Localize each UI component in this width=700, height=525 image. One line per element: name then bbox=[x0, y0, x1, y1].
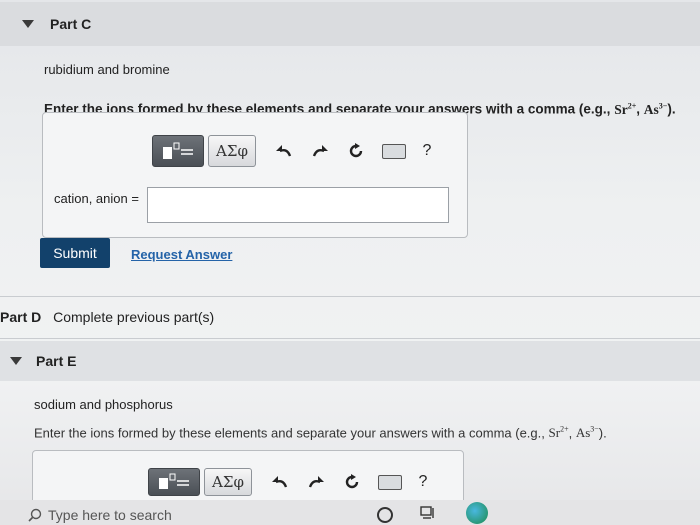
help-button[interactable]: ? bbox=[412, 473, 434, 491]
undo-arrow-icon[interactable] bbox=[270, 143, 298, 159]
taskbar-search[interactable]: Type here to search bbox=[28, 505, 278, 525]
example-separator: , bbox=[568, 425, 573, 441]
collapse-caret-icon[interactable] bbox=[10, 357, 22, 365]
keyboard-icon[interactable] bbox=[376, 474, 404, 490]
help-button[interactable]: ? bbox=[416, 142, 438, 160]
part-d-title: Part D bbox=[0, 309, 42, 325]
example-cation-charge: 2+ bbox=[627, 101, 637, 110]
part-e-elements: sodium and phosphorus bbox=[34, 397, 173, 412]
example-anion-symbol: As bbox=[643, 101, 659, 117]
part-c-toolbar: ΑΣφ ? bbox=[152, 135, 438, 167]
part-c-title: Part C bbox=[50, 16, 92, 32]
cation-anion-input[interactable] bbox=[147, 187, 449, 223]
example-anion-symbol: As bbox=[575, 425, 591, 441]
part-d-status: Complete previous part(s) bbox=[53, 309, 215, 325]
redo-arrow-icon[interactable] bbox=[302, 474, 330, 490]
cortana-icon[interactable] bbox=[377, 507, 393, 523]
instruction-text: Enter the ions formed by these elements … bbox=[34, 425, 545, 441]
cation-anion-label: cation, anion = bbox=[54, 191, 139, 206]
part-d-row: Part D Complete previous part(s) bbox=[0, 309, 214, 325]
templates-icon bbox=[163, 142, 193, 159]
example-separator: , bbox=[636, 101, 641, 117]
edge-browser-icon[interactable] bbox=[466, 502, 488, 524]
reset-icon[interactable] bbox=[338, 473, 366, 491]
templates-button[interactable] bbox=[148, 468, 200, 496]
example-cation: Sr2+ bbox=[549, 425, 569, 440]
task-view-icon[interactable] bbox=[420, 506, 436, 520]
example-anion: As3− bbox=[576, 425, 599, 440]
request-answer-link[interactable]: Request Answer bbox=[131, 247, 232, 262]
templates-icon bbox=[159, 473, 189, 489]
submit-button[interactable]: Submit bbox=[40, 238, 110, 268]
example-cation: Sr2+ bbox=[614, 101, 637, 117]
example-end: ). bbox=[667, 101, 676, 117]
redo-arrow-icon[interactable] bbox=[306, 143, 334, 159]
section-divider bbox=[0, 296, 700, 297]
example-anion-charge: 3− bbox=[590, 425, 599, 434]
part-e-header[interactable]: Part E bbox=[0, 341, 700, 381]
undo-arrow-icon[interactable] bbox=[266, 474, 294, 490]
part-c-header[interactable]: Part C bbox=[0, 2, 700, 46]
example-cation-charge: 2+ bbox=[560, 425, 569, 434]
reset-icon[interactable] bbox=[342, 142, 370, 160]
example-anion: As3− bbox=[643, 101, 668, 117]
example-cation-symbol: Sr bbox=[614, 101, 628, 117]
section-divider bbox=[0, 338, 700, 339]
greek-symbols-button[interactable]: ΑΣφ bbox=[204, 468, 252, 496]
search-icon bbox=[28, 508, 42, 522]
part-e-instruction: Enter the ions formed by these elements … bbox=[34, 425, 607, 441]
greek-symbols-button[interactable]: ΑΣφ bbox=[208, 135, 256, 167]
templates-button[interactable] bbox=[152, 135, 204, 167]
keyboard-icon[interactable] bbox=[380, 143, 408, 159]
example-cation-symbol: Sr bbox=[548, 425, 561, 441]
collapse-caret-icon[interactable] bbox=[22, 20, 34, 28]
part-e-toolbar: ΑΣφ ? bbox=[148, 468, 434, 496]
search-placeholder: Type here to search bbox=[48, 507, 172, 523]
part-e-title: Part E bbox=[36, 353, 77, 369]
example-end: ). bbox=[598, 425, 607, 441]
part-c-elements: rubidium and bromine bbox=[44, 62, 170, 77]
